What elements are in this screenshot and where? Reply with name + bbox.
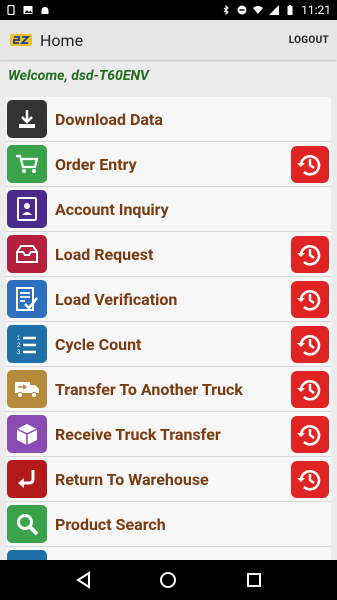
menu-item-return-to-warehouse[interactable]: Return To Warehouse [6, 457, 331, 502]
bluetooth-icon [223, 5, 229, 15]
app-bar: Home LOGOUT [0, 20, 337, 60]
menu-item-order-entry[interactable]: Order Entry [6, 142, 331, 187]
history-icon [297, 424, 321, 446]
device-icon [7, 5, 15, 15]
android-icon [41, 7, 49, 14]
history-button[interactable] [291, 146, 329, 183]
menu-item-label: Return To Warehouse [55, 469, 209, 489]
inbox-tray-icon [7, 235, 47, 273]
recents-icon [247, 573, 262, 587]
page-title: Home [40, 30, 84, 50]
back-button[interactable] [71, 568, 95, 592]
cart-icon [7, 145, 47, 183]
menu-item-receive-truck-transfer[interactable]: Receive Truck Transfer [6, 412, 331, 457]
history-icon [297, 379, 321, 401]
menu-item-label: Load Verification [55, 289, 178, 309]
menu-item-product-search[interactable]: Product Search [6, 502, 331, 547]
menu-item-load-verification[interactable]: Load Verification [6, 277, 331, 322]
menu-item-label: Download Data [55, 109, 163, 129]
menu-item-label: Transfer To Another Truck [55, 379, 243, 399]
menu-list[interactable]: Download Data Order Entry Account Inquir… [6, 97, 331, 560]
menu-item-label: Account Inquiry [55, 199, 169, 219]
history-icon [297, 469, 321, 491]
status-bar: 11:21 [0, 0, 337, 20]
menu-item-label: Order Entry [55, 154, 137, 174]
menu-item-download-data[interactable]: Download Data [6, 97, 331, 142]
download-icon [7, 100, 47, 138]
history-icon [297, 244, 321, 266]
partial-item-icon [7, 550, 47, 560]
recents-button[interactable] [242, 568, 266, 592]
account-card-icon [7, 190, 47, 228]
menu-item-label: Receive Truck Transfer [55, 424, 221, 444]
svg-text:1: 1 [17, 336, 21, 342]
box-receive-icon [7, 415, 47, 453]
menu-item-label: Cycle Count [55, 334, 142, 354]
back-icon [75, 571, 90, 589]
status-time: 11:21 [301, 3, 331, 17]
checklist-icon [7, 280, 47, 318]
menu-item-label: Product Search [55, 514, 166, 534]
battery-icon [287, 5, 293, 15]
history-button[interactable] [291, 416, 329, 453]
do-not-disturb-icon [237, 5, 247, 15]
logout-button[interactable]: LOGOUT [289, 35, 329, 46]
history-button[interactable] [291, 461, 329, 498]
menu-item-account-inquiry[interactable]: Account Inquiry [6, 187, 331, 232]
menu-item-label: Load Request [55, 244, 154, 264]
image-icon [23, 6, 33, 14]
svg-text:2: 2 [17, 343, 21, 349]
numbered-list-icon: 123 [7, 325, 47, 363]
menu-item-transfer-to-another-truck[interactable]: Transfer To Another Truck [6, 367, 331, 412]
system-nav-bar [0, 560, 337, 600]
home-button[interactable] [156, 568, 180, 592]
svg-text:3: 3 [17, 350, 21, 356]
history-button[interactable] [291, 281, 329, 318]
truck-transfer-icon [7, 370, 47, 408]
history-button[interactable] [291, 236, 329, 273]
status-left-icons [6, 5, 50, 15]
history-icon [297, 289, 321, 311]
history-button[interactable] [291, 326, 329, 363]
return-arrow-icon [7, 460, 47, 498]
menu-item-load-request[interactable]: Load Request [6, 232, 331, 277]
welcome-text: Welcome, dsd-T60ENV [8, 68, 149, 84]
magnifier-icon [7, 505, 47, 543]
home-icon [160, 572, 177, 588]
menu-item-cycle-count[interactable]: 123 Cycle Count [6, 322, 331, 367]
app-logo [10, 33, 32, 47]
history-button[interactable] [291, 371, 329, 408]
signal-icon [269, 5, 280, 15]
wifi-icon [253, 6, 264, 14]
status-right-icons: 11:21 [221, 3, 331, 17]
history-icon [297, 334, 321, 356]
menu-item-partial[interactable] [6, 547, 331, 560]
history-icon [297, 154, 321, 176]
